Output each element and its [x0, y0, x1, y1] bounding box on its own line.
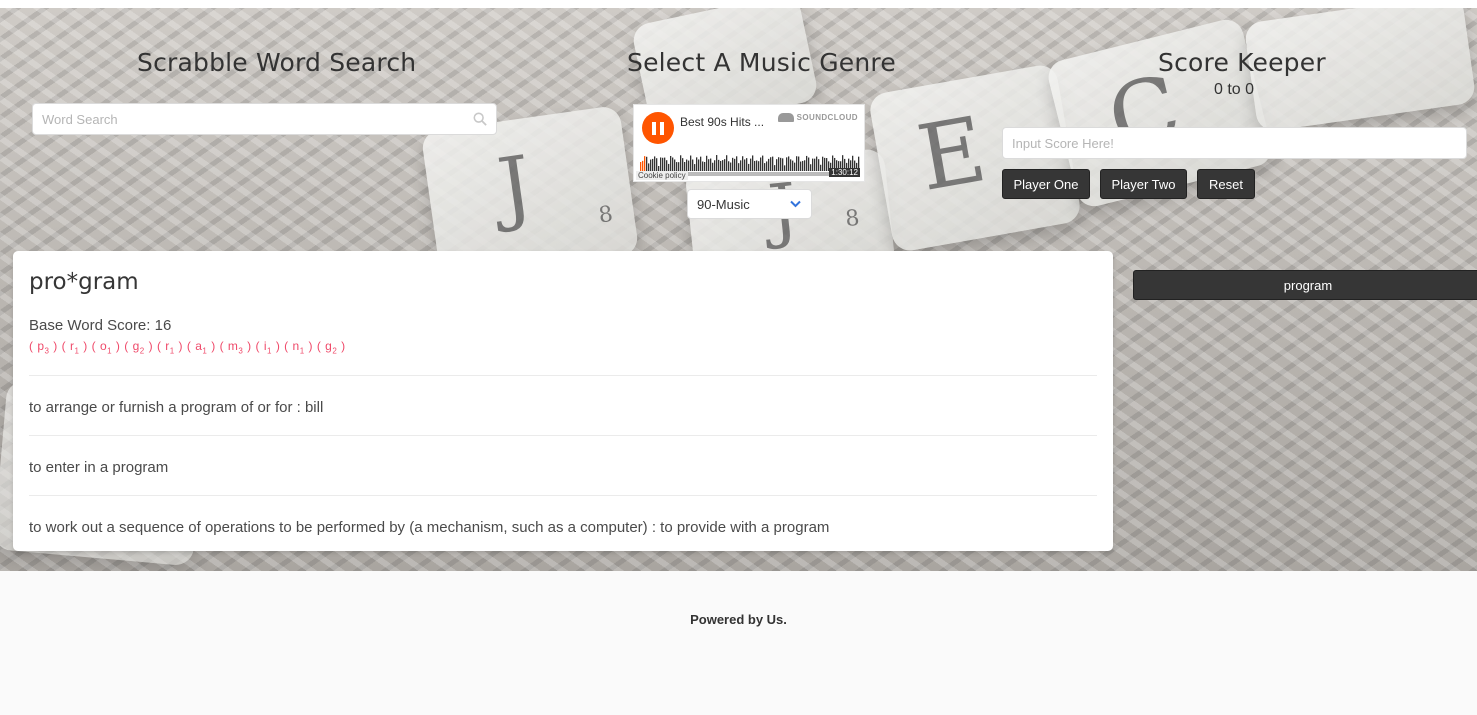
score-input[interactable]	[1003, 128, 1466, 158]
player-one-button[interactable]: Player One	[1002, 169, 1090, 199]
word-search-field[interactable]	[32, 103, 497, 135]
letter-score-chip: ( r1 )	[156, 339, 184, 356]
reset-button[interactable]: Reset	[1197, 169, 1255, 199]
letter-score-chip: ( o1 )	[91, 339, 121, 356]
letter-score-chip: ( g2 )	[316, 339, 346, 356]
score-input-field[interactable]	[1002, 127, 1467, 159]
hero-background: J8 J8 E C Scrabble Word Search Select A …	[0, 8, 1477, 571]
score-keeper-title: Score Keeper	[1158, 48, 1326, 77]
letter-score-chip: ( r1 )	[61, 339, 88, 356]
genre-selected-value: 90-Music	[697, 197, 750, 212]
soundcloud-brand: SOUNDCLOUD	[796, 113, 858, 122]
history-item-program[interactable]: program	[1133, 270, 1477, 300]
base-word-score: Base Word Score: 16	[29, 317, 172, 334]
divider	[29, 495, 1097, 496]
track-duration: 1:30:12	[829, 168, 860, 177]
letter-score-chip: ( a1 )	[186, 339, 216, 356]
letter-score-chip: ( i1 )	[255, 339, 281, 356]
letter-score-chip: ( m3 )	[219, 339, 252, 356]
letter-score-chip: ( n1 )	[284, 339, 313, 356]
cloud-icon	[777, 113, 794, 122]
pause-icon	[660, 121, 664, 135]
score-display: 0 to 0	[1214, 81, 1255, 98]
pause-icon	[652, 121, 656, 135]
pause-button[interactable]	[642, 112, 674, 144]
genre-select[interactable]: 90-Music	[687, 189, 812, 219]
cookie-policy-link[interactable]: Cookie policy	[636, 171, 688, 180]
track-title[interactable]: Best 90s Hits ...	[680, 115, 764, 129]
definition-1: to arrange or furnish a program of or fo…	[29, 399, 324, 416]
definition-2: to enter in a program	[29, 459, 169, 476]
definition-3: to work out a sequence of operations to …	[29, 519, 830, 536]
word-search-input[interactable]	[33, 104, 496, 134]
divider	[29, 375, 1097, 376]
soundcloud-player[interactable]: Best 90s Hits ... SOUNDCLOUD Cookie poli…	[633, 104, 865, 182]
letter-scores: ( p3 ) ( r1 ) ( o1 ) ( g2 ) ( r1 ) ( a1 …	[29, 339, 346, 355]
footer-powered-by: Powered by Us.	[690, 612, 787, 627]
letter-score-chip: ( p3 )	[29, 339, 58, 356]
word-search-title: Scrabble Word Search	[137, 48, 417, 77]
word-result-card: pro*gram Base Word Score: 16 ( p3 ) ( r1…	[13, 251, 1113, 551]
letter-score-chip: ( g2 )	[124, 339, 154, 356]
chevron-down-icon	[790, 200, 801, 208]
player-two-button[interactable]: Player Two	[1100, 169, 1187, 199]
soundcloud-logo-icon[interactable]: SOUNDCLOUD	[777, 113, 858, 122]
result-headword: pro*gram	[29, 269, 139, 295]
footer: Powered by Us.	[0, 571, 1477, 715]
divider	[29, 435, 1097, 436]
search-icon[interactable]	[473, 112, 487, 126]
music-genre-title: Select A Music Genre	[627, 48, 896, 77]
